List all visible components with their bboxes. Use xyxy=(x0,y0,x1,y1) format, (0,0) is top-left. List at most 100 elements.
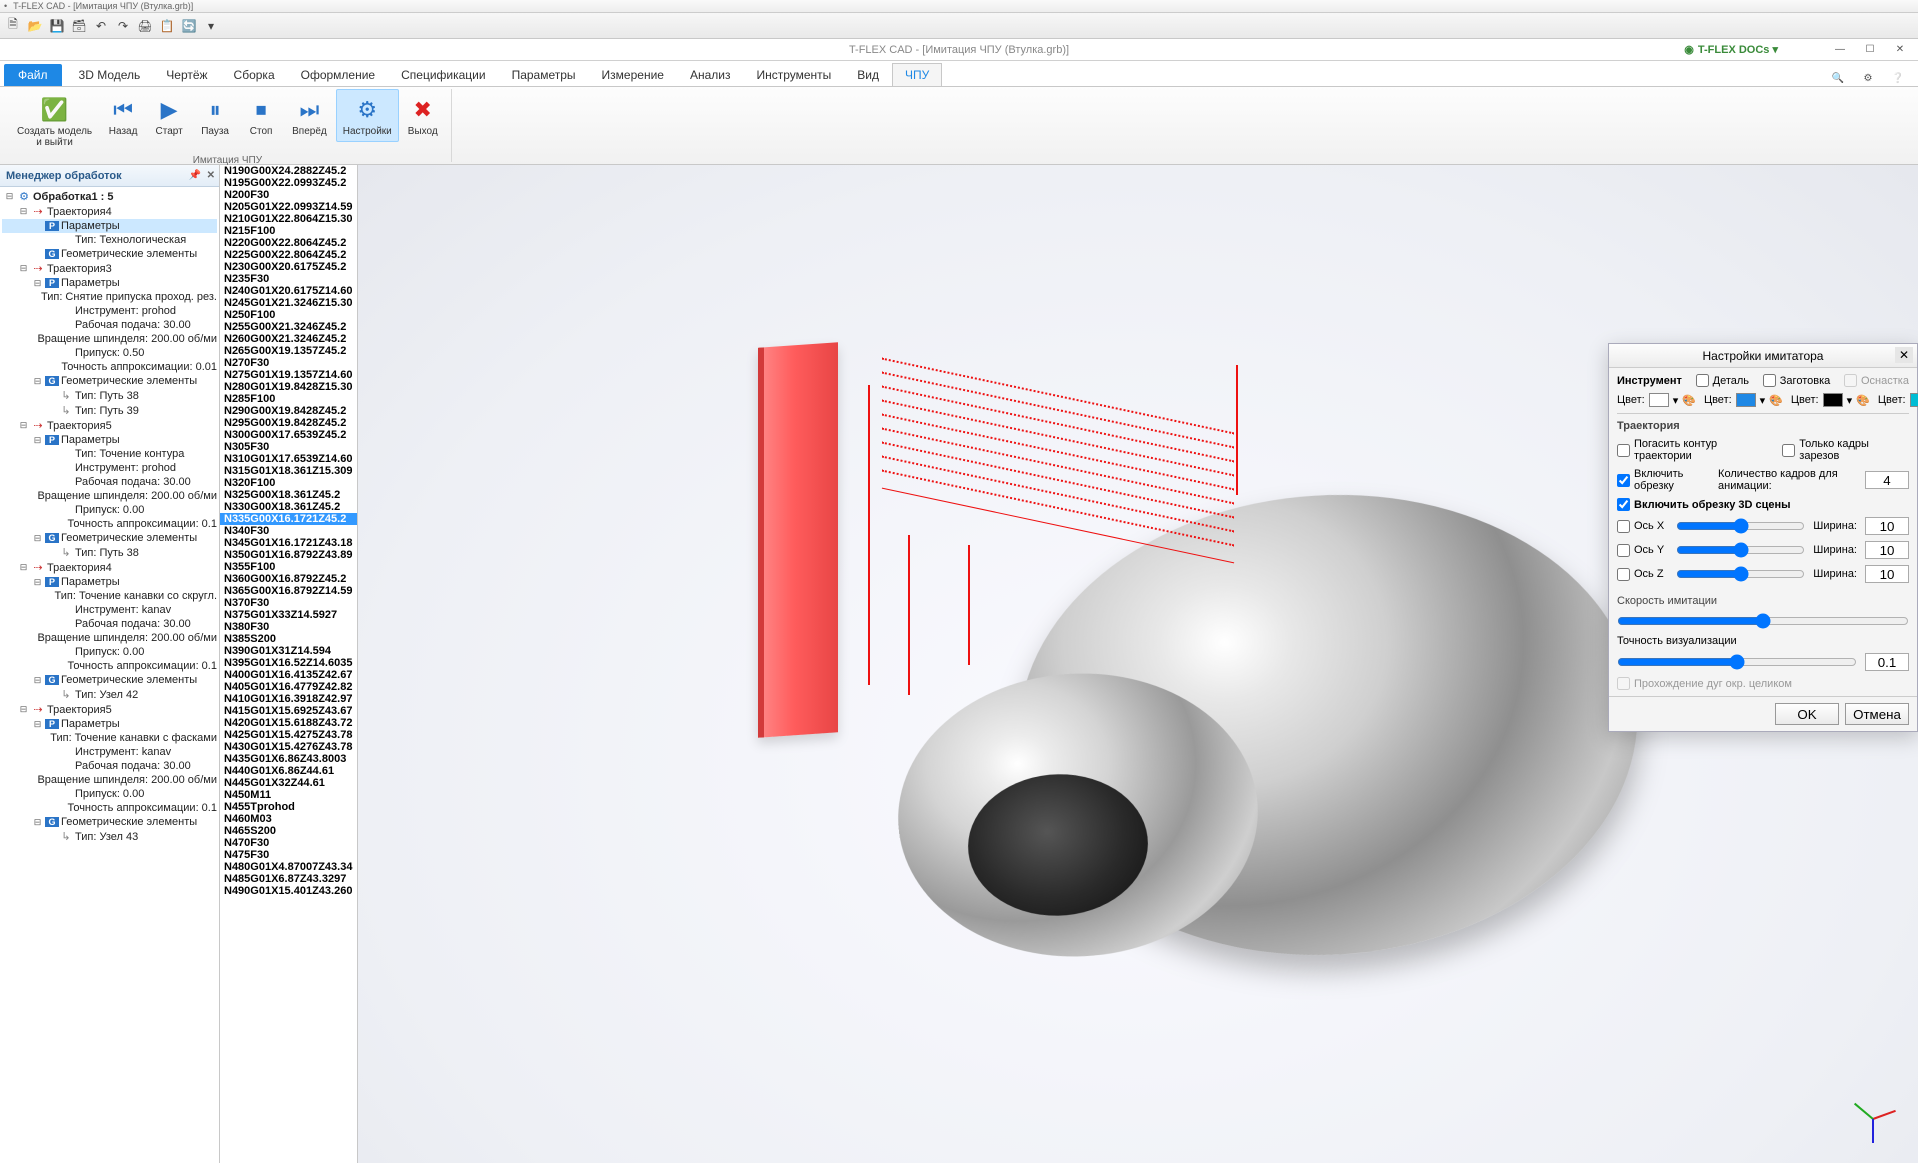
enable-3d-cut-checkbox[interactable]: Включить обрезку 3D сцены xyxy=(1617,498,1909,511)
nc-line[interactable]: N455Tprohod xyxy=(220,801,357,813)
start-button[interactable]: ▶Старт xyxy=(147,89,191,142)
qat-open-icon[interactable]: 📂 xyxy=(26,17,44,35)
axis-x-slider[interactable] xyxy=(1676,518,1805,534)
nc-line[interactable]: N265G00X19.1357Z45.2 xyxy=(220,345,357,357)
color-picker-icon[interactable]: 🎨 xyxy=(1856,394,1870,407)
nc-line[interactable]: N220G00X22.8064Z45.2 xyxy=(220,237,357,249)
exit-button[interactable]: ✖Выход xyxy=(401,89,445,142)
tree-node[interactable]: Инструмент: prohod xyxy=(2,461,217,475)
nc-line[interactable]: N405G01X16.4779Z42.82 xyxy=(220,681,357,693)
tree-toggle-icon[interactable]: ⊟ xyxy=(18,263,29,274)
viz-accuracy-input[interactable] xyxy=(1865,653,1909,671)
nc-line[interactable]: N320F100 xyxy=(220,477,357,489)
nc-line[interactable]: N420G01X15.6188Z43.72 xyxy=(220,717,357,729)
qat-save-icon[interactable]: 💾 xyxy=(48,17,66,35)
nc-line[interactable]: N480G01X4.87007Z43.34 xyxy=(220,861,357,873)
tree-node[interactable]: Точность аппроксимации: 0.1 xyxy=(2,659,217,673)
hide-path-checkbox[interactable]: Погасить контур траектории xyxy=(1617,438,1774,462)
tree-toggle-icon[interactable]: ⊟ xyxy=(4,191,15,202)
tree-toggle-icon[interactable]: ⊟ xyxy=(32,376,43,387)
nc-line[interactable]: N255G00X21.3246Z45.2 xyxy=(220,321,357,333)
nc-line[interactable]: N335G00X16.1721Z45.2 xyxy=(220,513,357,525)
part-checkbox[interactable]: Деталь xyxy=(1696,374,1749,387)
pause-button[interactable]: ⏸Пауза xyxy=(193,89,237,142)
nc-line[interactable]: N280G01X19.8428Z15.30 xyxy=(220,381,357,393)
blank-checkbox[interactable]: Заготовка xyxy=(1763,374,1830,387)
only-gouge-checkbox[interactable]: Только кадры зарезов xyxy=(1782,438,1909,462)
ok-button[interactable]: OK xyxy=(1775,703,1839,725)
tree-node[interactable]: PПараметры xyxy=(2,219,217,233)
settings-button[interactable]: ⚙Настройки xyxy=(336,89,399,142)
enable-cut-checkbox[interactable]: Включить обрезку xyxy=(1617,468,1710,492)
minimize-button[interactable]: — xyxy=(1828,42,1852,58)
nc-line[interactable]: N400G01X16.4135Z42.67 xyxy=(220,669,357,681)
arc-pass-checkbox[interactable]: Прохождение дуг окр. целиком xyxy=(1617,677,1909,690)
tree-toggle-icon[interactable]: ⊟ xyxy=(32,278,43,289)
tree-node[interactable]: Припуск: 0.00 xyxy=(2,645,217,659)
tree-node[interactable]: ↳Тип: Путь 38 xyxy=(2,545,217,560)
tree-node[interactable]: Вращение шпинделя: 200.00 об/ми xyxy=(2,489,217,503)
blank-color-swatch[interactable] xyxy=(1823,393,1843,407)
nc-line[interactable]: N345G01X16.1721Z43.18 xyxy=(220,537,357,549)
3d-viewport[interactable]: Настройки имитатора ✕ Инструмент Деталь … xyxy=(358,165,1918,1163)
nc-line[interactable]: N330G00X18.361Z45.2 xyxy=(220,501,357,513)
nc-line[interactable]: N450M11 xyxy=(220,789,357,801)
qat-undo-icon[interactable]: ↶ xyxy=(92,17,110,35)
axis-y-checkbox[interactable]: Ось Y xyxy=(1617,544,1668,557)
nc-line[interactable]: N415G01X15.6925Z43.67 xyxy=(220,705,357,717)
tree-node[interactable]: ⊟⇢Траектория4 xyxy=(2,560,217,575)
nc-line[interactable]: N460M03 xyxy=(220,813,357,825)
nc-line[interactable]: N305F30 xyxy=(220,441,357,453)
nc-line[interactable]: N355F100 xyxy=(220,561,357,573)
nc-line[interactable]: N370F30 xyxy=(220,597,357,609)
tree-node[interactable]: Точность аппроксимации: 0.01 xyxy=(2,360,217,374)
maximize-button[interactable]: ☐ xyxy=(1858,42,1882,58)
tree-node[interactable]: Инструмент: kanav xyxy=(2,603,217,617)
tree-node[interactable]: Тип: Точение контура xyxy=(2,447,217,461)
tree-node[interactable]: Вращение шпинделя: 200.00 об/ми xyxy=(2,332,217,346)
nc-line[interactable]: N245G01X21.3246Z15.30 xyxy=(220,297,357,309)
qat-redo-icon[interactable]: ↷ xyxy=(114,17,132,35)
nc-line[interactable]: N425G01X15.4275Z43.78 xyxy=(220,729,357,741)
tree-node[interactable]: Рабочая подача: 30.00 xyxy=(2,475,217,489)
forward-button[interactable]: ⏭Вперёд xyxy=(285,89,334,142)
tree-node[interactable]: Точность аппроксимации: 0.1 xyxy=(2,517,217,531)
nc-line[interactable]: N270F30 xyxy=(220,357,357,369)
qat-save-all-icon[interactable]: 🗃 xyxy=(70,17,88,35)
view-triad[interactable] xyxy=(1846,1091,1900,1145)
nc-line[interactable]: N205G01X22.0993Z14.59 xyxy=(220,201,357,213)
nc-line[interactable]: N410G01X16.3918Z42.97 xyxy=(220,693,357,705)
ribbon-tab-ЧПУ[interactable]: ЧПУ xyxy=(892,63,942,86)
nc-line[interactable]: N445G01X32Z44.61 xyxy=(220,777,357,789)
ribbon-tab-Измерение[interactable]: Измерение xyxy=(589,63,677,86)
nc-line[interactable]: N435G01X6.86Z43.8003 xyxy=(220,753,357,765)
tree-node[interactable]: Рабочая подача: 30.00 xyxy=(2,617,217,631)
tree-node[interactable]: ↳Тип: Узел 42 xyxy=(2,687,217,702)
ribbon-tab-Спецификации[interactable]: Спецификации xyxy=(388,63,498,86)
nc-line[interactable]: N380F30 xyxy=(220,621,357,633)
nc-line[interactable]: N315G01X18.361Z15.309 xyxy=(220,465,357,477)
tree-node[interactable]: ⊟⇢Траектория5 xyxy=(2,418,217,433)
nc-line[interactable]: N475F30 xyxy=(220,849,357,861)
tree-node[interactable]: Инструмент: kanav xyxy=(2,745,217,759)
nc-line[interactable]: N395G01X16.52Z14.6035 xyxy=(220,657,357,669)
cancel-button[interactable]: Отмена xyxy=(1845,703,1909,725)
qat-print-icon[interactable]: 🖨 xyxy=(136,17,154,35)
nc-line[interactable]: N230G00X20.6175Z45.2 xyxy=(220,261,357,273)
qat-clipboard-icon[interactable]: 📋 xyxy=(158,17,176,35)
tree-node[interactable]: ↳Тип: Путь 39 xyxy=(2,403,217,418)
nc-line[interactable]: N240G01X20.6175Z14.60 xyxy=(220,285,357,297)
tree-toggle-icon[interactable]: ⊟ xyxy=(32,577,43,588)
nc-line[interactable]: N465S200 xyxy=(220,825,357,837)
jobs-tree[interactable]: ⊟⚙Обработка1 : 5⊟⇢Траектория4PПараметрыТ… xyxy=(0,187,219,1163)
axis-y-slider[interactable] xyxy=(1676,542,1805,558)
tree-node[interactable]: ⊟GГеометрические элементы xyxy=(2,673,217,687)
tflex-docs-badge[interactable]: ◉ T-FLEX DOCs ▾ xyxy=(1684,43,1778,56)
qat-refresh-icon[interactable]: 🔄 xyxy=(180,17,198,35)
tree-toggle-icon[interactable]: ⊟ xyxy=(32,435,43,446)
tree-toggle-icon[interactable]: ⊟ xyxy=(32,817,43,828)
color-picker-icon[interactable]: 🎨 xyxy=(1769,394,1783,407)
qat-new-icon[interactable]: 🗎 xyxy=(4,17,22,35)
ribbon-tab-Инструменты[interactable]: Инструменты xyxy=(743,63,844,86)
viz-accuracy-slider[interactable] xyxy=(1617,654,1857,670)
